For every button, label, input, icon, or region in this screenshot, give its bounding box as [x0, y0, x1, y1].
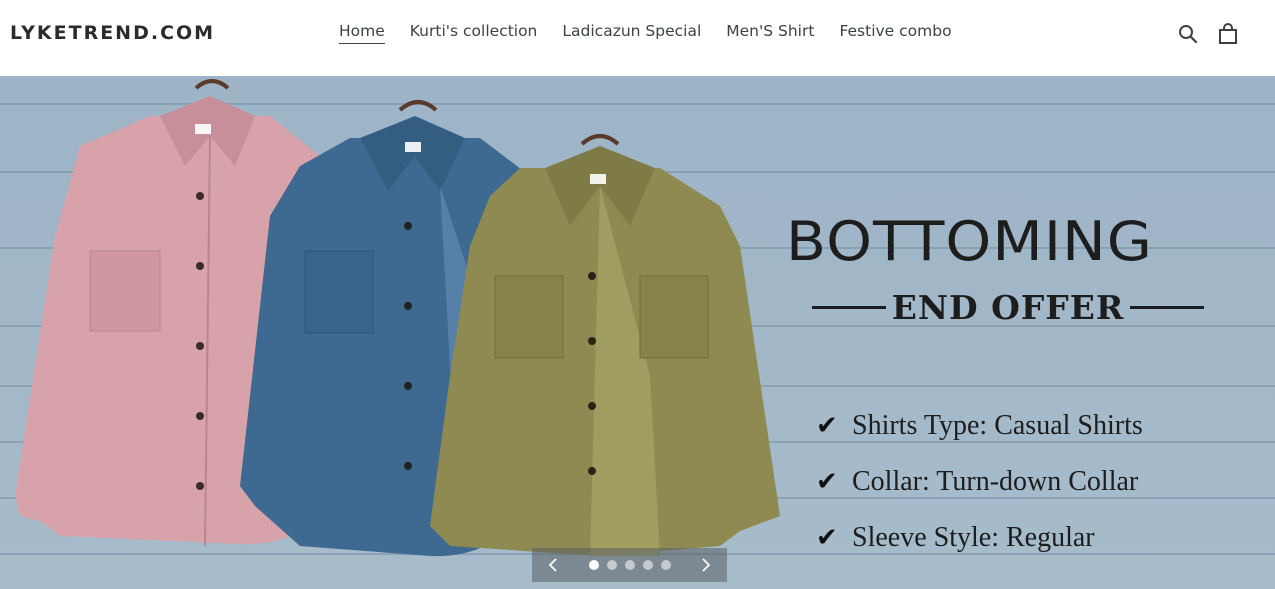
- divider-left: [812, 306, 886, 309]
- main-nav: Home Kurti's collection Ladicazun Specia…: [339, 22, 977, 44]
- site-header: LYKETREND.COM Home Kurti's collection La…: [0, 0, 1275, 76]
- feature-item: ✔ Collar: Turn-down Collar: [816, 454, 1143, 510]
- feature-item: ✔ Sleeve Style: Regular: [816, 510, 1143, 566]
- slide-dots: [574, 560, 685, 570]
- nav-item-mens-shirt[interactable]: Men'S Shirt: [726, 22, 814, 44]
- next-slide-button[interactable]: [685, 548, 727, 582]
- hero-banner[interactable]: BOTTOMING END OFFER ✔ Shirts Type: Casua…: [0, 76, 1275, 589]
- chevron-right-icon: [702, 558, 711, 572]
- nav-item-home[interactable]: Home: [339, 22, 385, 44]
- nav-item-festive-combo[interactable]: Festive combo: [839, 22, 951, 44]
- feature-list: ✔ Shirts Type: Casual Shirts ✔ Collar: T…: [816, 398, 1143, 566]
- search-icon[interactable]: [1176, 22, 1200, 46]
- slide-dot-5[interactable]: [660, 560, 671, 570]
- hero-headline: BOTTOMING: [786, 210, 1154, 273]
- checkmark-icon: ✔: [816, 411, 838, 441]
- previous-slide-button[interactable]: [532, 548, 574, 582]
- slide-dot-1[interactable]: [588, 560, 599, 570]
- slide-dot-2[interactable]: [606, 560, 617, 570]
- slide-dot-3[interactable]: [624, 560, 635, 570]
- feature-text: Collar: Turn-down Collar: [852, 466, 1139, 497]
- feature-text: Shirts Type: Casual Shirts: [852, 410, 1143, 441]
- site-logo[interactable]: LYKETREND.COM: [10, 22, 215, 44]
- slideshow-controls: [532, 548, 727, 582]
- hero-subline-wrap: END OFFER: [812, 288, 1205, 327]
- chevron-left-icon: [548, 558, 557, 572]
- cart-icon[interactable]: [1216, 22, 1240, 46]
- feature-text: Sleeve Style: Regular: [852, 522, 1095, 553]
- divider-right: [1130, 306, 1205, 309]
- nav-item-ladicazun-special[interactable]: Ladicazun Special: [562, 22, 701, 44]
- nav-item-kurtis-collection[interactable]: Kurti's collection: [410, 22, 538, 44]
- feature-item: ✔ Shirts Type: Casual Shirts: [816, 398, 1143, 454]
- checkmark-icon: ✔: [816, 523, 838, 553]
- checkmark-icon: ✔: [816, 467, 838, 497]
- hero-subline: END OFFER: [891, 288, 1125, 327]
- slide-dot-4[interactable]: [642, 560, 653, 570]
